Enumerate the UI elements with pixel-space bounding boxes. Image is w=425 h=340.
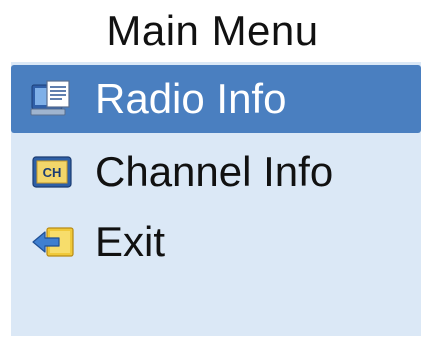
- menu-item-exit[interactable]: Exit: [11, 208, 421, 276]
- menu-panel: Radio Info CH Channel Info Exit: [11, 62, 421, 336]
- channel-info-icon: CH: [27, 152, 79, 192]
- main-menu-screen: Main Menu Radio Info CH Channel Info Exi…: [0, 0, 425, 340]
- page-title: Main Menu: [106, 7, 319, 54]
- menu-item-label: Channel Info: [95, 148, 334, 195]
- menu-item-radio-info[interactable]: Radio Info: [11, 65, 421, 133]
- menu-item-label: Radio Info: [95, 75, 287, 122]
- channel-icon-text: CH: [43, 165, 62, 180]
- menu-item-label: Exit: [95, 218, 166, 265]
- radio-info-icon: [27, 79, 79, 119]
- menu-item-channel-info[interactable]: CH Channel Info: [11, 138, 421, 206]
- exit-icon: [27, 222, 79, 262]
